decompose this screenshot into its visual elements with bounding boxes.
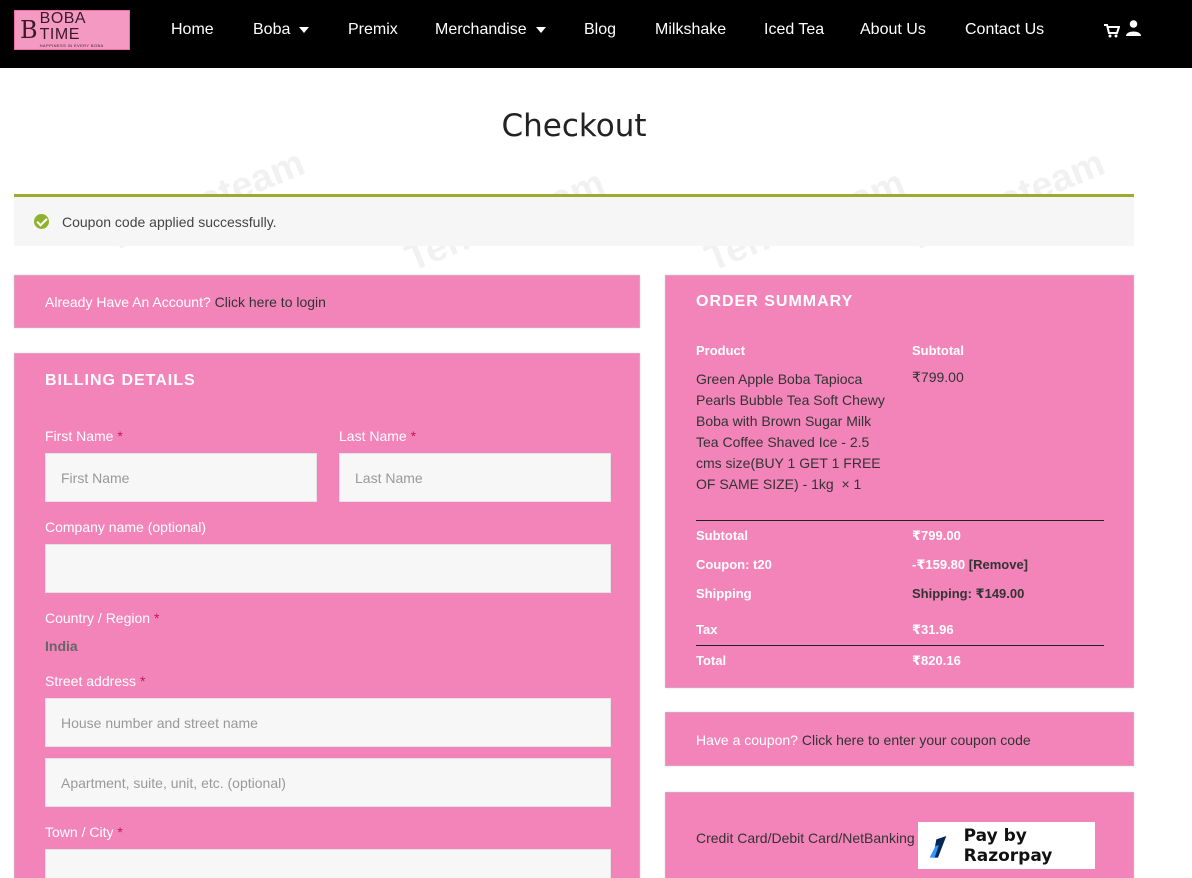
product-column-header: Product <box>696 343 746 358</box>
street-label: Street address * <box>45 673 145 689</box>
site-logo[interactable]: B BOBA TIME HAPPINESS IN EVERY BOBA <box>14 10 130 50</box>
total-label: Total <box>696 653 727 668</box>
nav-contact-us[interactable]: Contact Us <box>965 21 1044 39</box>
required-marker: * <box>117 428 123 444</box>
nav-boba[interactable]: Boba <box>253 21 310 39</box>
last-name-placeholder: Last Name <box>355 469 423 486</box>
country-value: India <box>45 638 78 654</box>
required-marker: * <box>139 673 146 689</box>
billing-heading: BILLING DETAILS <box>45 372 196 389</box>
razorpay-logo-icon <box>929 835 947 858</box>
logo-mark: B <box>20 16 38 44</box>
nav-about-us-label: About Us <box>860 21 926 38</box>
last-name-label-text: Last Name <box>339 428 407 444</box>
shipping-value: Shipping: ₹149.00 <box>912 586 1025 601</box>
subtotal-label: Subtotal <box>696 528 748 543</box>
chevron-down-icon <box>535 27 546 33</box>
enter-coupon-link[interactable]: Click here to enter your coupon code <box>802 732 1031 748</box>
first-name-placeholder: First Name <box>61 469 130 486</box>
page-title: Checkout <box>501 108 647 144</box>
coupon-prompt: Have a coupon? Click here to enter your … <box>665 712 1134 766</box>
tax-label: Tax <box>696 622 718 637</box>
payment-method-label[interactable]: Credit Card/Debit Card/NetBanking <box>696 830 915 846</box>
first-name-label-text: First Name <box>45 428 114 444</box>
nav-premix-label: Premix <box>348 21 398 38</box>
nav-boba-label: Boba <box>253 21 291 38</box>
nav-home[interactable]: Home <box>171 21 214 39</box>
nav-contact-us-label: Contact Us <box>965 21 1045 38</box>
required-marker: * <box>410 428 417 444</box>
success-notice: Coupon code applied successfully. <box>14 194 1134 246</box>
nav-blog[interactable]: Blog <box>584 21 616 39</box>
apartment-placeholder: Apartment, suite, unit, etc. (optional) <box>61 774 286 791</box>
nav-blog-label: Blog <box>584 21 617 38</box>
city-field[interactable] <box>45 849 611 878</box>
street-address-field[interactable]: House number and street name <box>45 698 611 747</box>
product-name[interactable]: Green Apple Boba Tapioca Pearls Bubble T… <box>696 369 886 495</box>
divider <box>696 645 1104 646</box>
last-name-field[interactable]: Last Name <box>339 453 611 502</box>
street-placeholder: House number and street name <box>61 714 258 731</box>
product-quantity: × 1 <box>841 476 862 492</box>
coupon-discount: -₹159.80 <box>912 557 966 572</box>
nav-iced-tea[interactable]: Iced Tea <box>764 21 824 39</box>
subtotal-column-header: Subtotal <box>912 343 964 358</box>
city-label: Town / City * <box>45 824 123 840</box>
check-circle-icon <box>34 214 49 229</box>
total-value: ₹820.16 <box>912 653 961 668</box>
tax-value: ₹31.96 <box>912 622 954 637</box>
apartment-field[interactable]: Apartment, suite, unit, etc. (optional) <box>45 758 611 807</box>
order-summary-panel: ORDER SUMMARY Product Subtotal Green App… <box>665 275 1134 688</box>
coupon-prompt-text: Have a coupon? Click here to enter your … <box>696 732 1031 748</box>
country-label: Country / Region * <box>45 610 159 626</box>
login-prompt: Already Have An Account? Click here to l… <box>14 275 640 328</box>
nav-merchandise[interactable]: Merchandise <box>435 21 546 39</box>
coupon-value: -₹159.80 [Remove] <box>912 557 1028 573</box>
country-label-text: Country / Region <box>45 610 151 626</box>
product-price: ₹799.00 <box>912 369 964 385</box>
company-field[interactable] <box>45 544 611 593</box>
company-label: Company name (optional) <box>45 519 207 535</box>
first-name-field[interactable]: First Name <box>45 453 317 502</box>
razorpay-badge-text: Pay by Razorpay <box>963 825 1053 866</box>
subtotal-value: ₹799.00 <box>912 528 961 543</box>
nav-milkshake[interactable]: Milkshake <box>655 21 726 39</box>
notice-text: Coupon code applied successfully. <box>62 214 277 230</box>
street-label-text: Street address <box>45 673 137 689</box>
site-header: B BOBA TIME HAPPINESS IN EVERY BOBA Home… <box>0 0 1192 68</box>
nav-iced-tea-label: Iced Tea <box>764 21 825 38</box>
login-prompt-prefix: Already Have An Account? <box>45 294 211 310</box>
remove-coupon-link[interactable]: [Remove] <box>969 557 1028 572</box>
login-link[interactable]: Click here to login <box>215 294 326 310</box>
coupon-label: Coupon: t20 <box>696 557 772 572</box>
required-marker: * <box>153 610 160 626</box>
product-name-text: Green Apple Boba Tapioca Pearls Bubble T… <box>696 371 885 492</box>
logo-title: BOBA TIME <box>39 10 86 43</box>
nav-milkshake-label: Milkshake <box>655 21 727 38</box>
shipping-label: Shipping <box>696 586 752 601</box>
login-prompt-text: Already Have An Account? Click here to l… <box>45 294 326 310</box>
divider <box>696 520 1104 521</box>
last-name-label: Last Name * <box>339 428 416 444</box>
coupon-prompt-prefix: Have a coupon? <box>696 732 798 748</box>
chevron-down-icon <box>299 27 310 33</box>
required-marker: * <box>117 824 123 840</box>
logo-text: BOBA TIME HAPPINESS IN EVERY BOBA <box>40 11 129 49</box>
logo-tagline: HAPPINESS IN EVERY BOBA <box>39 43 104 48</box>
user-icon[interactable] <box>1126 20 1141 36</box>
nav-about-us[interactable]: About Us <box>860 21 926 39</box>
billing-details-panel: BILLING DETAILS First Name * First Name … <box>14 353 640 878</box>
order-summary-heading: ORDER SUMMARY <box>696 293 854 310</box>
nav-merchandise-label: Merchandise <box>435 21 527 38</box>
nav-premix[interactable]: Premix <box>348 21 398 39</box>
payment-panel: Credit Card/Debit Card/NetBanking Pay by… <box>665 792 1134 878</box>
cart-icon[interactable] <box>1104 24 1120 38</box>
city-label-text: Town / City <box>45 824 114 840</box>
first-name-label: First Name * <box>45 428 123 444</box>
razorpay-badge: Pay by Razorpay <box>918 822 1095 869</box>
nav-home-label: Home <box>171 21 214 38</box>
